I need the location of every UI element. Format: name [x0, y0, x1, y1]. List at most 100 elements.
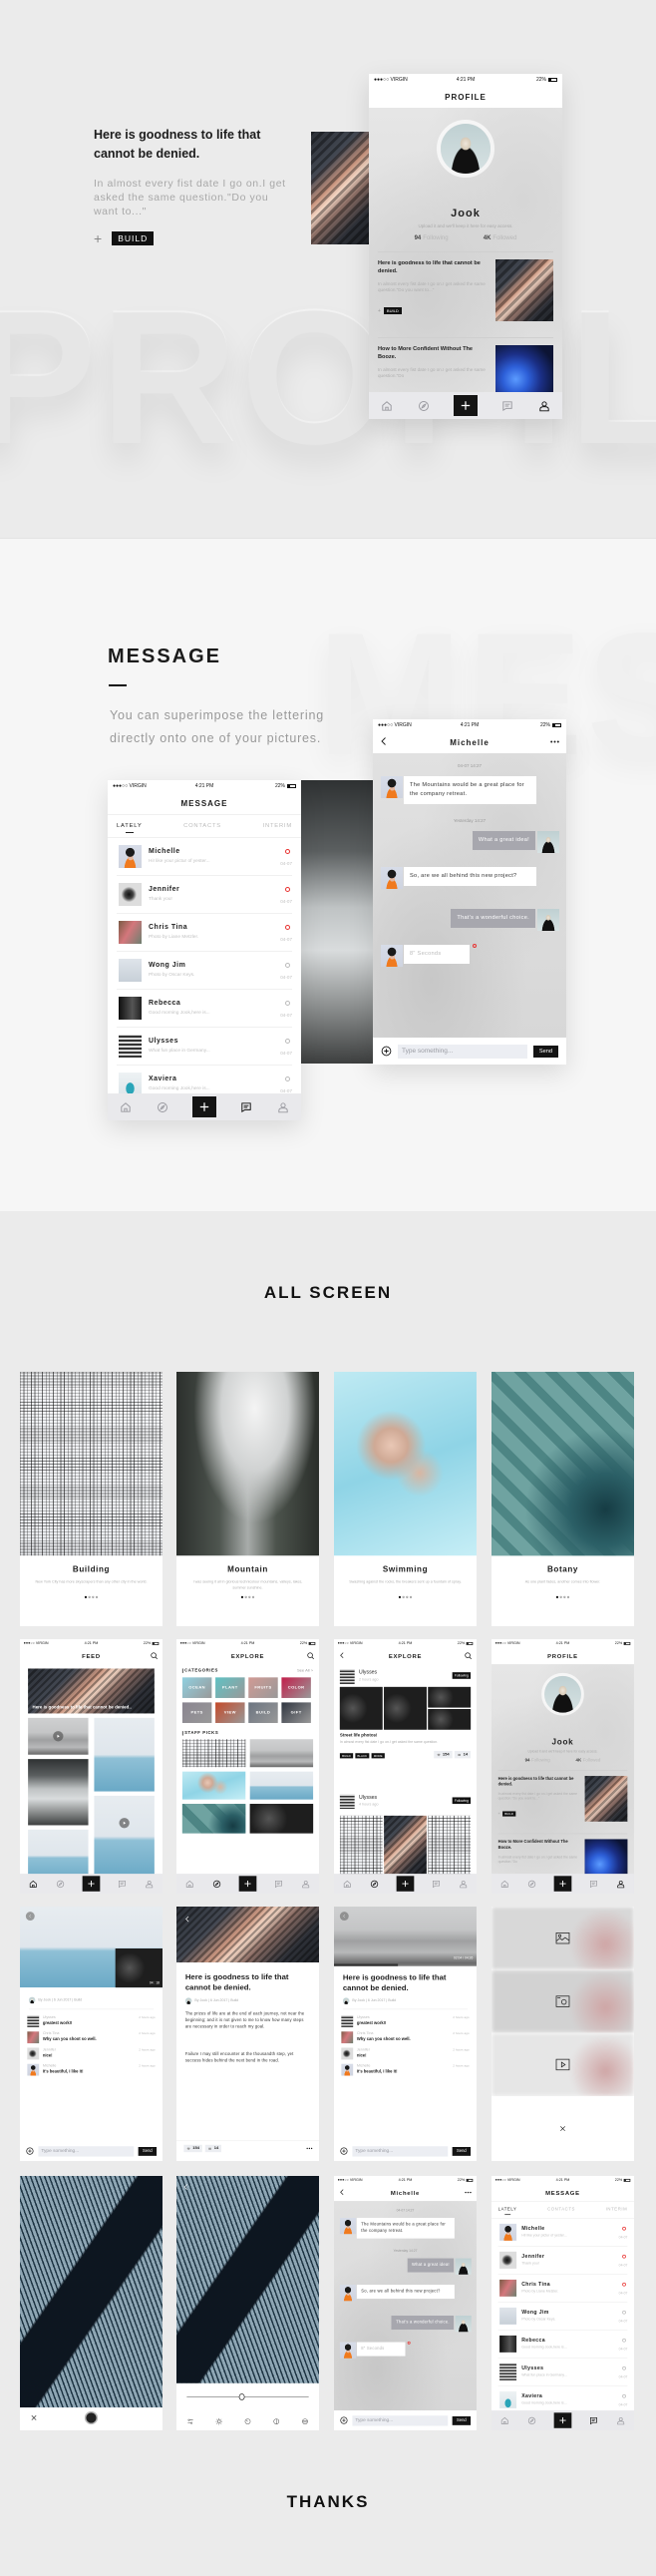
image-icon[interactable]	[555, 1932, 570, 1944]
tab-compass-icon[interactable]	[418, 400, 430, 412]
incoming-message[interactable]: The Mountains would be a great place for…	[334, 2218, 477, 2242]
close-icon[interactable]	[30, 2414, 37, 2421]
tab-user-icon[interactable]	[277, 1101, 289, 1113]
build-tag[interactable]: BUILD	[112, 231, 155, 245]
category-tile[interactable]: COLOR	[281, 1677, 311, 1698]
brightness-icon[interactable]	[215, 2417, 223, 2425]
video-progress-bar[interactable]	[334, 1963, 477, 1966]
conversation-item[interactable]: Wong Jim Photo by Oscar Keys. 04-07	[117, 952, 292, 990]
page-dot[interactable]	[248, 1595, 251, 1598]
slider-thumb[interactable]	[238, 2393, 245, 2400]
conversation-item[interactable]: Jennifer Thank you! 04-07	[497, 2247, 628, 2275]
camera-picker-option[interactable]	[492, 1969, 634, 2033]
tab-interim[interactable]: INTERIM	[606, 2208, 628, 2212]
more-icon[interactable]	[549, 736, 560, 747]
voice-message[interactable]: 8" Seconds	[373, 944, 566, 977]
post-tag[interactable]: BUILD	[501, 1811, 516, 1817]
tab-home-icon[interactable]	[500, 2416, 509, 2425]
page-dot[interactable]	[566, 1595, 570, 1598]
tab-plus-icon[interactable]	[553, 1876, 572, 1892]
category-tile[interactable]: BUILD	[248, 1702, 278, 1724]
back-icon[interactable]	[182, 2183, 189, 2190]
following-stat[interactable]: 94Following	[525, 1758, 550, 1762]
page-dot[interactable]	[398, 1595, 402, 1598]
tab-compass-icon[interactable]	[212, 1880, 221, 1889]
profile-avatar[interactable]	[437, 120, 494, 178]
add-attachment-icon[interactable]	[340, 2416, 348, 2424]
back-button[interactable]	[339, 1912, 349, 1922]
tab-message-icon[interactable]	[432, 1880, 441, 1889]
page-dot[interactable]	[409, 1595, 413, 1598]
incoming-message[interactable]: So, are we all behind this new project?	[334, 2285, 477, 2309]
search-icon[interactable]	[464, 1652, 473, 1660]
like-button[interactable]: 154	[183, 2144, 202, 2153]
outgoing-message[interactable]: That's a wonderful choice.	[373, 909, 566, 935]
category-tile[interactable]: VIEW	[215, 1702, 245, 1724]
back-icon[interactable]	[338, 1652, 345, 1659]
add-attachment-icon[interactable]	[340, 2147, 348, 2155]
tab-compass-icon[interactable]	[370, 1880, 379, 1889]
conversation-item[interactable]: Ulysses What fun place in Germany... 04-07	[117, 1028, 292, 1066]
add-attachment-icon[interactable]	[381, 1046, 392, 1057]
plus-icon[interactable]: +	[378, 308, 381, 314]
tab-message-icon[interactable]	[274, 1880, 283, 1889]
category-tile[interactable]: GIFT	[281, 1702, 311, 1724]
following-stat[interactable]: 94Following	[415, 235, 449, 241]
profile-post[interactable]: Here is goodness to life that cannot be …	[498, 1776, 628, 1822]
conversation-item[interactable]: Jennifer Thank you! 04-07	[117, 876, 292, 914]
tab-user-icon[interactable]	[459, 1880, 468, 1889]
profile-avatar[interactable]	[541, 1672, 584, 1716]
back-icon[interactable]	[338, 2189, 345, 2196]
conversation-item[interactable]: Wong Jim Photo by Oscar Keys. 04-07	[497, 2303, 628, 2331]
conversation-item[interactable]: Michelle Hi! like your pictur of yester..…	[497, 2219, 628, 2247]
more-icon[interactable]	[306, 2145, 313, 2152]
conversation-item[interactable]: Michelle Hi! like your pictur of yester..…	[117, 838, 292, 876]
search-icon[interactable]	[150, 1652, 159, 1660]
tab-plus-icon[interactable]	[82, 1876, 101, 1892]
tag-chip[interactable]: BLACK	[355, 1753, 370, 1759]
tab-compass-icon[interactable]	[527, 2416, 536, 2425]
adjust-icon[interactable]	[187, 2417, 194, 2424]
play-icon[interactable]	[119, 1818, 130, 1829]
tab-compass-icon[interactable]	[157, 1101, 168, 1113]
page-dot[interactable]	[95, 1595, 99, 1598]
page-dot[interactable]	[406, 1595, 409, 1598]
incoming-message[interactable]: So, are we all behind this new project?	[373, 867, 566, 899]
message-input[interactable]: Type something...	[38, 2145, 135, 2157]
tab-message-icon[interactable]	[589, 2416, 598, 2425]
tab-compass-icon[interactable]	[527, 1880, 536, 1889]
message-input[interactable]: Type something...	[398, 1044, 527, 1059]
page-dot[interactable]	[559, 1595, 562, 1598]
shutter-button[interactable]	[84, 2410, 99, 2425]
send-button[interactable]: Send	[532, 1045, 558, 1058]
voice-message[interactable]: 8" Seconds	[334, 2341, 477, 2366]
saturation-icon[interactable]	[244, 2417, 251, 2424]
brightness-slider[interactable]	[186, 2393, 309, 2400]
tab-message-icon[interactable]	[589, 1880, 598, 1889]
plus-icon[interactable]: +	[498, 1812, 500, 1816]
tab-message-icon[interactable]	[118, 1880, 127, 1889]
tab-plus-icon[interactable]	[396, 1876, 415, 1892]
tab-interim[interactable]: INTERIM	[263, 823, 292, 829]
tab-home-icon[interactable]	[343, 1880, 352, 1889]
send-button[interactable]: Send	[138, 2146, 158, 2156]
comment-count[interactable]: 14	[454, 1751, 472, 1759]
conversation-item[interactable]: Rebecca Good morning Jook,here is... 04-07	[497, 2331, 628, 2359]
profile-post[interactable]: Here is goodness to life that cannot be …	[378, 259, 553, 321]
category-tile[interactable]: OCEAN	[181, 1677, 212, 1698]
send-button[interactable]: Send	[452, 2146, 472, 2156]
comment-button[interactable]: 14	[204, 2144, 222, 2153]
following-button[interactable]: Following	[452, 1672, 472, 1679]
tab-home-icon[interactable]	[381, 400, 393, 412]
followed-stat[interactable]: 4KFollowed	[576, 1758, 601, 1762]
tab-user-icon[interactable]	[301, 1880, 310, 1889]
search-icon[interactable]	[306, 1652, 315, 1660]
tab-home-icon[interactable]	[185, 1880, 194, 1889]
post-tag[interactable]: BUILD	[383, 307, 402, 314]
play-icon[interactable]	[53, 1731, 64, 1742]
plus-icon[interactable]: +	[94, 230, 102, 246]
category-tile[interactable]: PLANT	[215, 1677, 245, 1698]
tab-plus-icon[interactable]	[453, 395, 478, 416]
send-button[interactable]: Send	[452, 2415, 472, 2425]
following-button[interactable]: Following	[452, 1797, 472, 1805]
